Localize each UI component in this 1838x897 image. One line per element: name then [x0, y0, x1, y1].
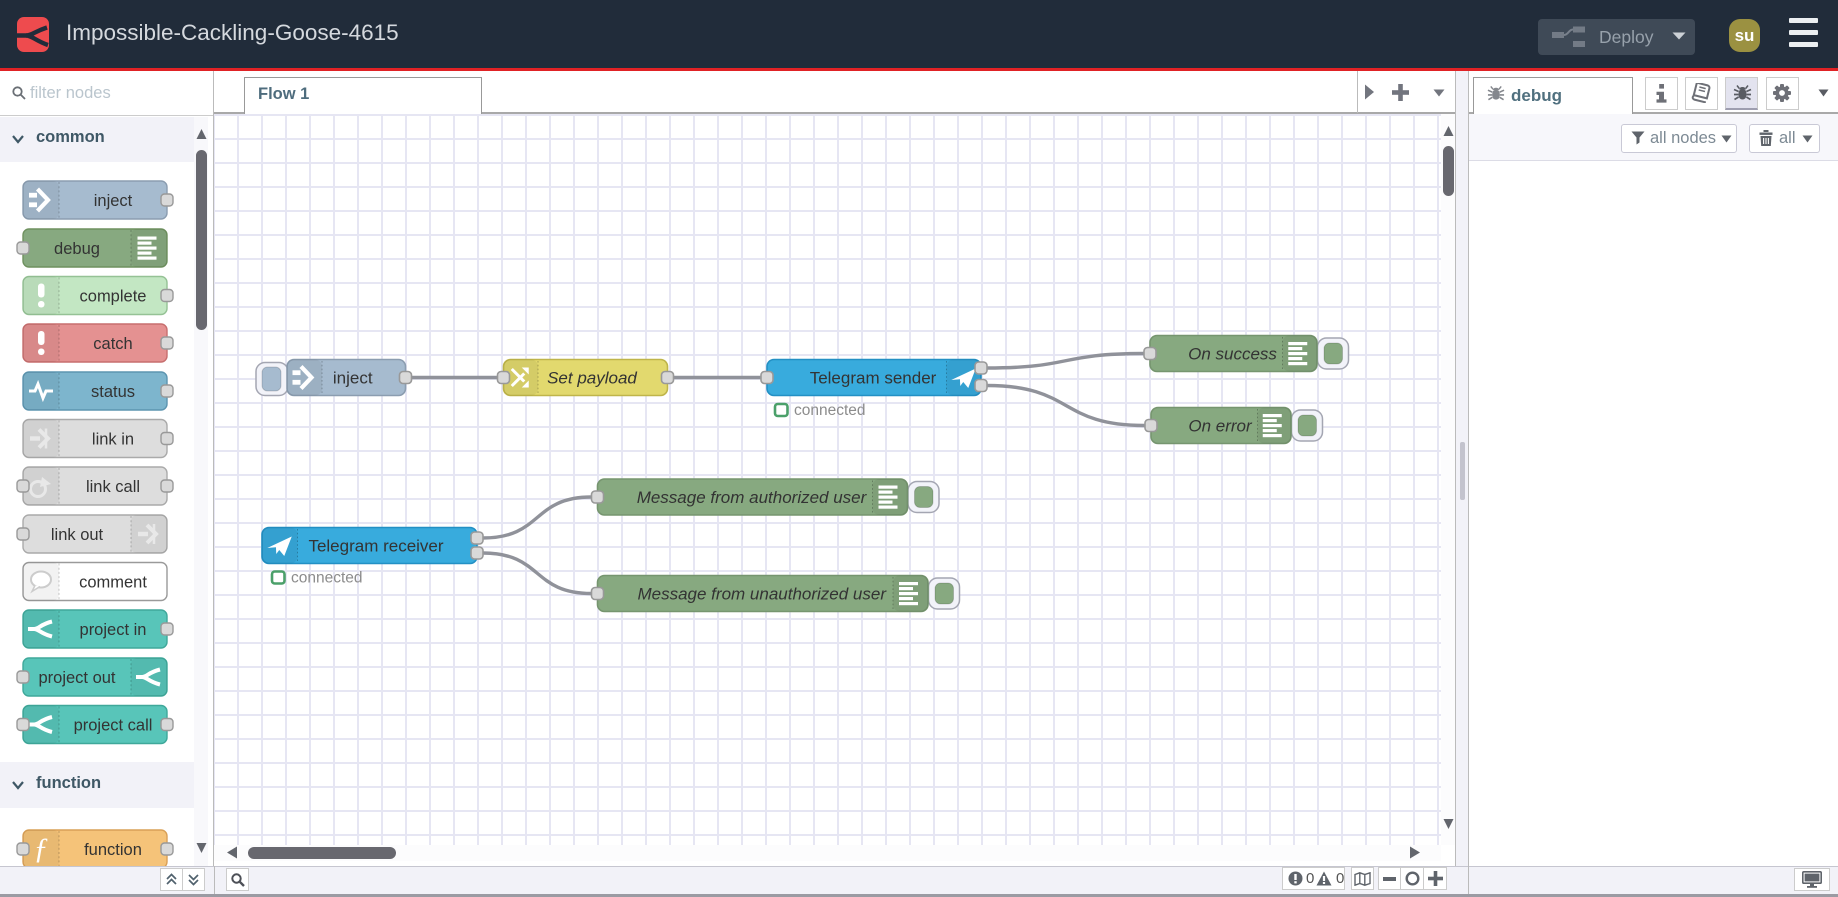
- svg-text:Set payload: Set payload: [547, 369, 637, 388]
- svg-text:link in: link in: [92, 431, 134, 449]
- svg-text:connected: connected: [794, 402, 866, 419]
- svg-text:project in: project in: [80, 621, 147, 639]
- svg-text:Telegram receiver: Telegram receiver: [308, 537, 443, 556]
- svg-text:complete: complete: [80, 288, 147, 306]
- svg-text:link out: link out: [51, 526, 104, 544]
- svg-text:Message from unauthorized user: Message from unauthorized user: [637, 585, 887, 604]
- svg-text:project call: project call: [74, 717, 153, 735]
- svg-text:ƒ: ƒ: [34, 832, 49, 865]
- svg-text:inject: inject: [333, 369, 373, 388]
- svg-text:connected: connected: [291, 570, 363, 587]
- svg-text:inject: inject: [94, 192, 133, 210]
- svg-text:comment: comment: [79, 574, 147, 592]
- svg-text:project out: project out: [38, 669, 115, 687]
- svg-text:debug: debug: [54, 240, 100, 258]
- svg-text:function: function: [84, 841, 142, 859]
- svg-text:link call: link call: [86, 478, 140, 496]
- svg-text:status: status: [91, 383, 135, 401]
- svg-text:Telegram sender: Telegram sender: [810, 369, 937, 388]
- svg-text:catch: catch: [93, 335, 132, 353]
- svg-text:On error: On error: [1188, 417, 1253, 436]
- svg-text:On success: On success: [1188, 345, 1277, 364]
- svg-text:Message from authorized user: Message from authorized user: [637, 488, 868, 507]
